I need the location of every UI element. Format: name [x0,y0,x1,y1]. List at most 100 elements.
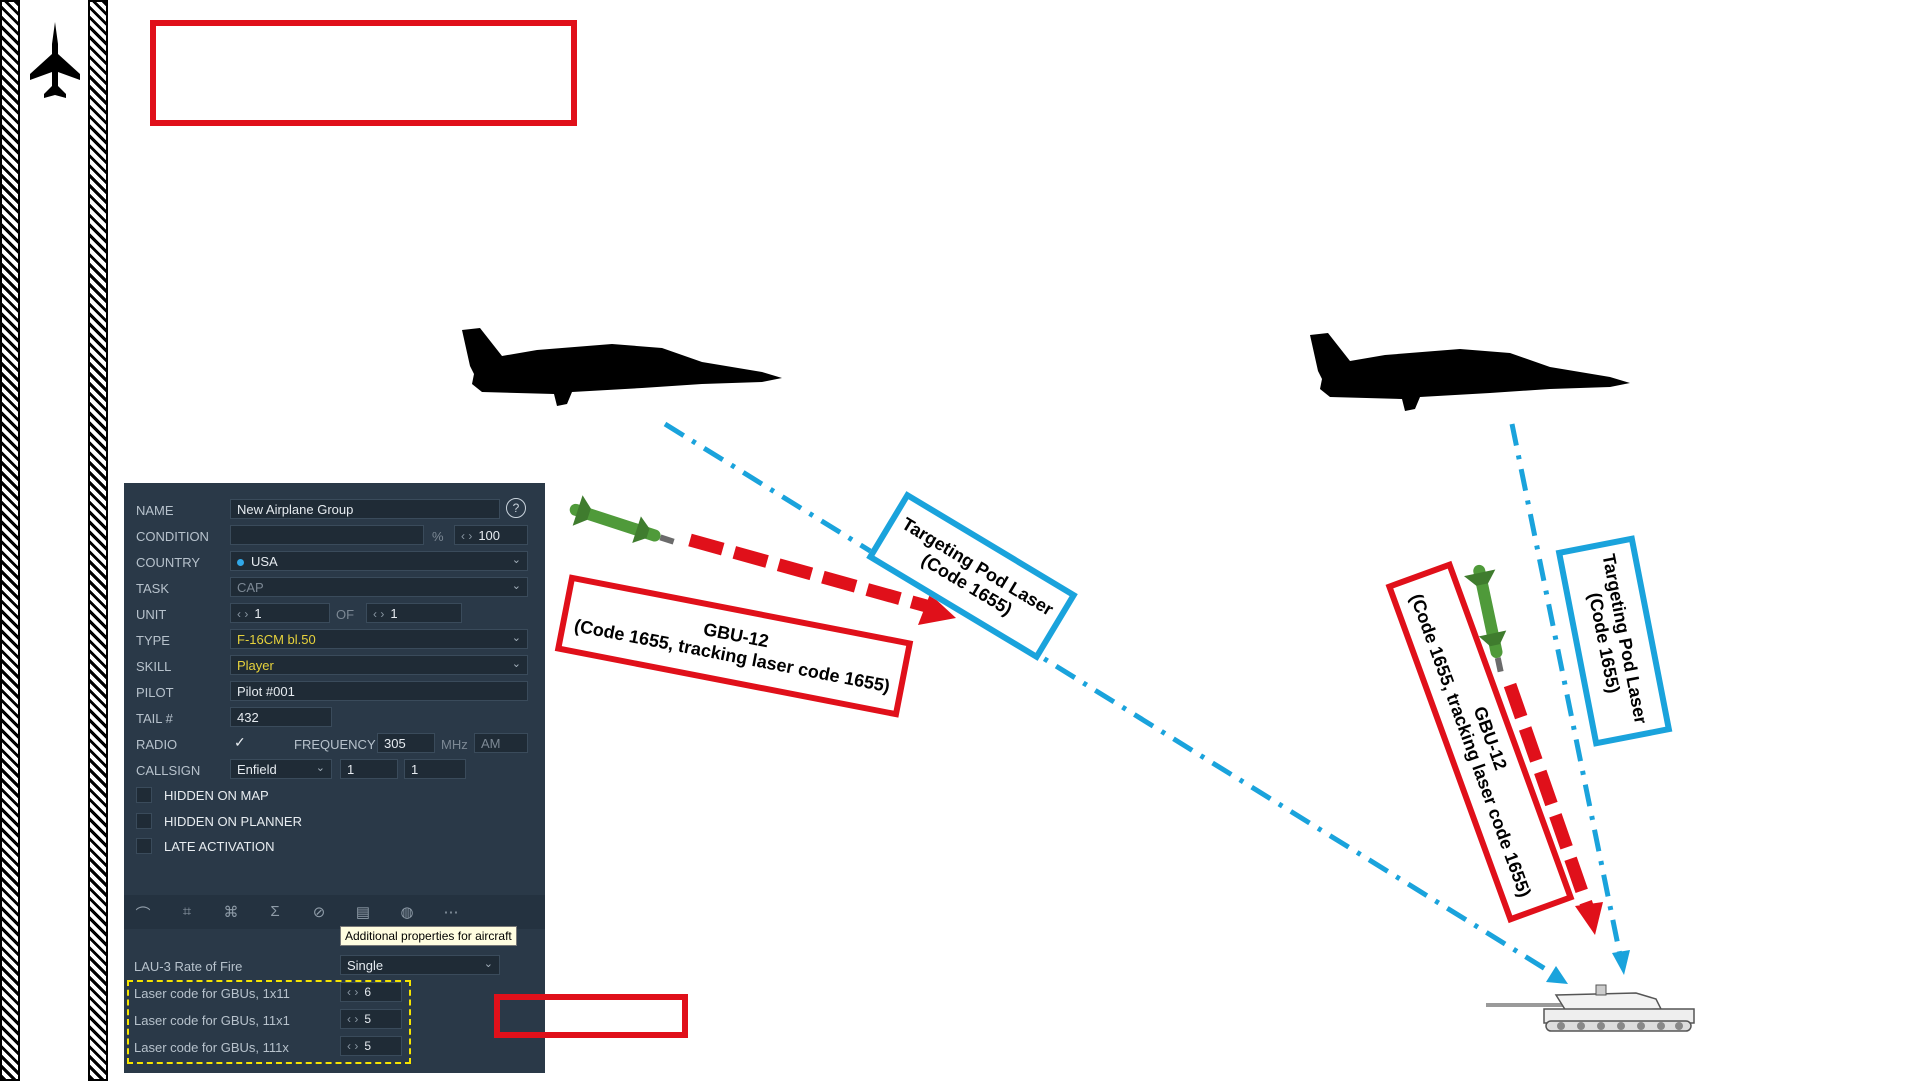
tail-label: TAIL # [136,711,173,726]
pilot-row: PILOT Pilot #001 [124,681,545,703]
spinner-icon[interactable]: ‹ › [347,985,358,999]
waypoint-icon[interactable]: ⌒ [132,903,154,923]
spinner-icon[interactable]: ‹ › [237,607,248,621]
hidden-on-map-checkbox[interactable] [136,787,152,803]
tail-row: TAIL # 432 [124,707,545,729]
callsign-select[interactable]: Enfield ⌄ [230,759,332,779]
rate-of-fire-label: LAU-3 Rate of Fire [134,959,243,974]
spinner-icon[interactable]: ‹ › [347,1012,358,1026]
hidden-on-map-row[interactable]: HIDDEN ON MAP [124,785,545,807]
spinner-icon[interactable]: ‹ › [461,529,472,543]
callsign-value: Enfield [237,762,277,777]
laser-code-11x1-label: Laser code for GBUs, 11x1 [134,1013,290,1028]
hidden-on-planner-label: HIDDEN ON PLANNER [164,814,302,829]
advanced-icon[interactable]: ▤ [352,903,374,921]
unit-row: UNIT ‹ › 1 OF ‹ › 1 [124,603,545,625]
laser-code-1x11-label: Laser code for GBUs, 1x11 [134,986,290,1001]
laser-code-1x11-field[interactable]: ‹ › 6 [340,982,402,1002]
country-label: COUNTRY [136,555,201,570]
modulation-select[interactable]: AM [474,733,528,753]
name-field[interactable]: New Airplane Group [230,499,500,519]
laser-code-111x-label: Laser code for GBUs, 111x [134,1040,289,1055]
task-row: TASK CAP ⌄ [124,577,545,599]
late-activation-checkbox[interactable] [136,838,152,854]
group-properties-panel: NAME New Airplane Group ? CONDITION % ‹ … [124,483,545,1073]
unit-of-value: 1 [390,606,398,621]
unit-field[interactable]: ‹ › 1 [230,603,330,623]
hidden-on-planner-row[interactable]: HIDDEN ON PLANNER [124,811,545,833]
laser-arrowhead-left [1546,966,1568,984]
spinner-icon[interactable]: ‹ › [373,607,384,621]
spinner-icon[interactable]: ‹ › [347,1039,358,1053]
late-activation-row[interactable]: LATE ACTIVATION [124,836,545,858]
country-dot-icon [237,559,244,567]
radio-icon[interactable]: ◍ [396,903,418,921]
tail-field[interactable]: 432 [230,707,332,727]
laser-code-111x-value: 5 [364,1039,372,1053]
failures-icon[interactable]: ⊘ [308,903,330,921]
condition-label: CONDITION [136,529,209,544]
percent-label: % [432,529,444,544]
skill-select[interactable]: Player ⌄ [230,655,528,675]
rate-of-fire-select[interactable]: Single ⌄ [340,955,500,975]
jet-right-icon [1310,333,1630,411]
payload-icon[interactable]: ⌘ [220,903,242,921]
laser-arrowhead-right [1612,950,1630,975]
unit-value: 1 [254,606,262,621]
callsign-label: CALLSIGN [136,763,201,778]
chevron-down-icon: ⌄ [511,580,521,592]
frequency-unit: MHz [441,737,468,752]
condition-value: 100 [478,528,501,543]
laser-code-11x1-value: 5 [364,1012,372,1026]
country-row: COUNTRY USA ⌄ [124,551,545,573]
task-select[interactable]: CAP ⌄ [230,577,528,597]
pilot-field[interactable]: Pilot #001 [230,681,528,701]
skill-value: Player [237,658,274,673]
more-icon[interactable]: ⋯ [440,903,462,921]
chevron-down-icon: ⌄ [315,762,325,774]
bomb-arrowhead-right [1575,902,1603,935]
tooltip: Additional properties for aircraft [340,926,517,946]
modulation-value: AM [481,736,501,751]
callsign-num1-field[interactable]: 1 [340,759,398,779]
callsign-row: CALLSIGN Enfield ⌄ 1 1 [124,759,545,781]
frequency-field[interactable]: 305 [377,733,435,753]
pilot-label: PILOT [136,685,174,700]
jet-left-icon [462,328,782,406]
summary-icon[interactable]: Σ [264,903,286,921]
country-select[interactable]: USA ⌄ [230,551,528,571]
type-row: TYPE F-16CM bl.50 ⌄ [124,629,545,651]
condition-value-field[interactable]: ‹ › 100 [454,525,528,545]
chevron-down-icon: ⌄ [483,958,493,970]
late-activation-label: LATE ACTIVATION [164,839,275,854]
callsign-num2-field[interactable]: 1 [404,759,466,779]
laser-code-11x1-field[interactable]: ‹ › 5 [340,1009,402,1029]
radio-row: RADIO ✓ FREQUENCY 305 MHz AM [124,733,545,755]
panel-toolbar: ⌒ ⌗ ⌘ Σ ⊘ ▤ ◍ ⋯ [124,895,545,929]
chevron-down-icon: ⌄ [511,554,521,566]
frequency-label: FREQUENCY [294,737,376,752]
task-value: CAP [237,580,264,595]
laser-code-1x11-value: 6 [364,985,372,999]
type-label: TYPE [136,633,170,648]
condition-field[interactable] [230,525,424,545]
unit-of-field[interactable]: ‹ › 1 [366,603,462,623]
laser-line-left [663,421,1562,981]
task-label: TASK [136,581,169,596]
hidden-on-map-label: HIDDEN ON MAP [164,788,269,803]
skill-row: SKILL Player ⌄ [124,655,545,677]
help-icon[interactable]: ? [506,498,526,518]
unit-label: UNIT [136,607,167,622]
name-row: NAME New Airplane Group ? [124,498,545,521]
type-value: F-16CM bl.50 [237,632,316,647]
type-select[interactable]: F-16CM bl.50 ⌄ [230,629,528,649]
condition-row: CONDITION % ‹ › 100 [124,525,545,547]
triggers-icon[interactable]: ⌗ [176,903,198,921]
chevron-down-icon: ⌄ [511,632,521,644]
gbu-12-bomb-icon [569,495,675,545]
skill-label: SKILL [136,659,172,674]
hidden-on-planner-checkbox[interactable] [136,813,152,829]
check-icon[interactable]: ✓ [234,734,246,751]
laser-code-111x-field[interactable]: ‹ › 5 [340,1036,402,1056]
chevron-down-icon: ⌄ [511,658,521,670]
